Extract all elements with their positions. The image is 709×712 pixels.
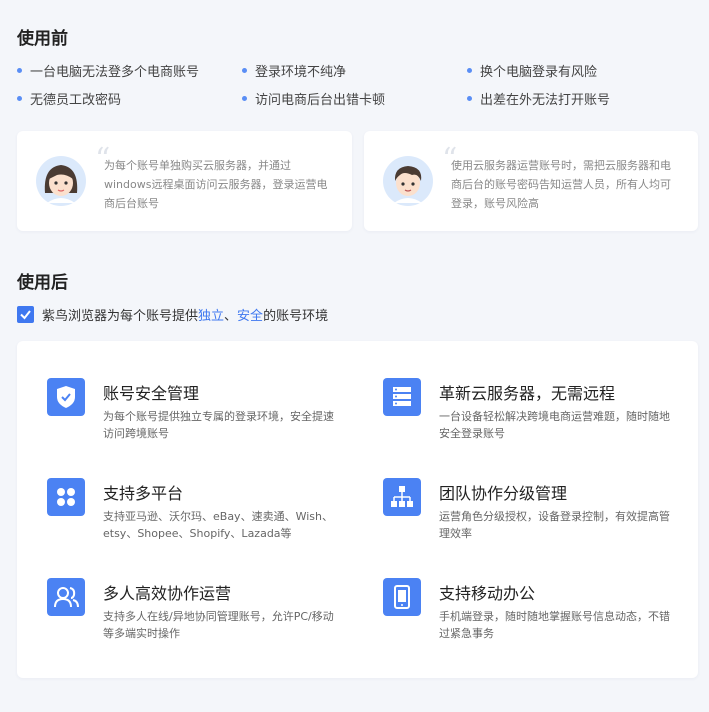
feature-title: 支持多平台 [103,484,184,503]
bullet-dot-icon [242,96,247,101]
male-avatar-icon [383,156,433,206]
feature-description: 支持亚马逊、沃尔玛、eBay、速卖通、Wish、etsy、Shopee、Shop… [103,510,333,540]
feature-description: 一台设备轻松解决跨境电商运营难题，随时随地安全登录账号 [439,410,670,440]
bullet-dot-icon [17,68,22,73]
feature-description: 运营角色分级授权，设备登录控制，有效提高管理效率 [439,510,670,540]
problem-card-text: 使用云服务器运营账号时，需把云服务器和电商后台的账号密码告知运营人员，所有人均可… [451,159,671,210]
before-section-title: 使用前 [17,29,68,49]
feature-description: 为每个账号提供独立专属的登录环境，安全提速访问跨境账号 [103,410,334,440]
before-bullet: 登录环境不纯净 [242,61,346,80]
after-section-title: 使用后 [17,273,68,293]
bullet-dot-icon [467,68,472,73]
users-icon [47,578,91,622]
problem-card: “ 为每个账号单独购买云服务器，并通过windows远程桌面访问云服务器，登录运… [17,131,352,231]
grid-icon [47,478,91,522]
bullet-dot-icon [242,68,247,73]
before-bullet: 出差在外无法打开账号 [467,89,610,108]
feature-title: 多人高效协作运营 [103,584,232,603]
org-chart-icon [383,478,427,522]
before-bullet: 无德员工改密码 [17,89,121,108]
mobile-icon [383,578,427,622]
before-bullet: 一台电脑无法登多个电商账号 [17,61,199,80]
female-avatar-icon [36,156,86,206]
checkbox-checked-icon [17,306,34,323]
feature-description: 手机端登录，随时随地掌握账号信息动态，不错过紧急事务 [439,610,670,640]
feature-title: 支持移动办公 [439,584,536,603]
bullet-dot-icon [467,96,472,101]
problem-card: “ 使用云服务器运营账号时，需把云服务器和电商后台的账号密码告知运营人员，所有人… [364,131,698,231]
bullet-dot-icon [17,96,22,101]
before-bullet: 访问电商后台出错卡顿 [242,89,385,108]
before-bullet: 换个电脑登录有风险 [467,61,597,80]
features-panel: 账号安全管理 为每个账号提供独立专属的登录环境，安全提速访问跨境账号 革新云服务… [17,341,698,678]
feature-title: 革新云服务器，无需远程 [439,384,616,403]
feature-title: 账号安全管理 [103,384,200,403]
server-icon [383,378,427,422]
after-description: 紫鸟浏览器为每个账号提供独立、安全的账号环境 [42,309,329,324]
feature-description: 支持多人在线/异地协同管理账号，允许PC/移动等多端实时操作 [103,610,334,640]
shield-icon [47,378,91,422]
feature-title: 团队协作分级管理 [439,484,568,503]
problem-card-text: 为每个账号单独购买云服务器，并通过windows远程桌面访问云服务器，登录运营电… [104,159,328,210]
